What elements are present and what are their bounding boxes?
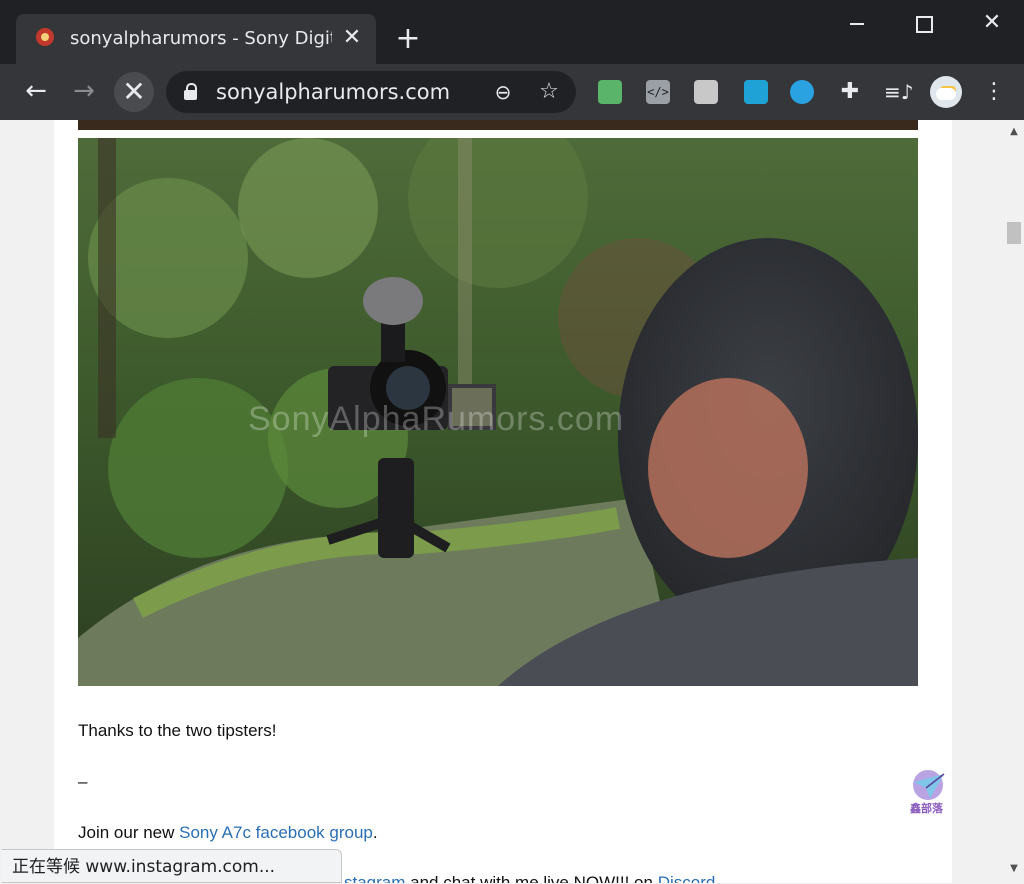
instagram-link[interactable]: stagram (344, 873, 405, 883)
stop-loading-button[interactable]: ✕ (114, 72, 154, 112)
new-tab-button[interactable]: + (394, 24, 422, 54)
previous-image-edge (78, 120, 918, 130)
site-favicon-icon (36, 28, 54, 46)
join-prefix: Join our new (78, 823, 180, 842)
corner-logo-text: 鑫部落 (910, 802, 943, 815)
back-button[interactable]: ← (20, 76, 52, 108)
tab-title: sonyalpharumors - Sony Digita (70, 28, 332, 49)
profile-avatar[interactable] (930, 76, 962, 108)
zoom-out-icon[interactable]: ⊖ (490, 79, 516, 105)
code-extension-icon[interactable]: </> (646, 80, 670, 104)
join-paragraph: Join our new Sony A7c facebook group. (78, 822, 378, 844)
status-bubble: 正在等候 www.instagram.com... (2, 849, 342, 883)
thanks-paragraph: Thanks to the two tipsters! (78, 721, 277, 740)
clipboard-extension-icon[interactable] (694, 80, 718, 104)
browser-tab[interactable]: sonyalpharumors - Sony Digita ✕ (16, 14, 376, 64)
mail-extension-icon[interactable] (598, 80, 622, 104)
puzzle-icon[interactable]: ✚ (838, 80, 862, 104)
forward-button[interactable]: → (68, 76, 100, 108)
browser-toolbar: ← → ✕ sonyalpharumors.com ⊖ ☆ </> ✚ ≡♪ (0, 64, 1024, 120)
join-suffix: . (372, 823, 378, 842)
scroll-down-arrow-icon[interactable]: ▼ (1008, 863, 1020, 875)
article-body: SonyAlphaRumors.com Thanks to the two ti… (54, 120, 952, 883)
vertical-scrollbar[interactable]: ▲ ▼ (1004, 120, 1024, 883)
maximize-button[interactable] (906, 10, 942, 38)
page-viewport: SonyAlphaRumors.com Thanks to the two ti… (0, 120, 1004, 883)
cast-extension-icon[interactable] (744, 80, 768, 104)
address-bar[interactable]: sonyalpharumors.com ⊖ ☆ (166, 71, 576, 113)
discord-link[interactable]: Discord (658, 873, 716, 883)
corner-logo: 鑫部落 (908, 768, 958, 816)
bookmark-star-icon[interactable]: ☆ (536, 79, 562, 105)
close-window-button[interactable]: ✕ (974, 10, 1010, 38)
search-extension-icon[interactable] (790, 80, 814, 104)
url-text[interactable]: sonyalpharumors.com (216, 80, 450, 104)
social-middle: and chat with me live NOW!!! on (405, 873, 658, 883)
separator-text: – (78, 772, 88, 791)
lock-icon[interactable] (184, 83, 198, 101)
scroll-thumb[interactable] (1007, 222, 1021, 244)
image-watermark: SonyAlphaRumors.com (248, 400, 625, 438)
scroll-up-arrow-icon[interactable]: ▲ (1008, 126, 1020, 138)
menu-dots-icon[interactable]: ⋮ (980, 78, 1008, 106)
article-image[interactable]: SonyAlphaRumors.com (78, 138, 918, 686)
paper-plane-icon (913, 770, 945, 800)
title-bar: sonyalpharumors - Sony Digita ✕ + ✕ (0, 0, 1024, 64)
tab-close-button[interactable]: ✕ (340, 26, 364, 50)
minimize-button[interactable] (838, 10, 874, 38)
facebook-group-link[interactable]: Sony A7c facebook group (179, 823, 373, 842)
playlist-icon[interactable]: ≡♪ (884, 80, 914, 104)
